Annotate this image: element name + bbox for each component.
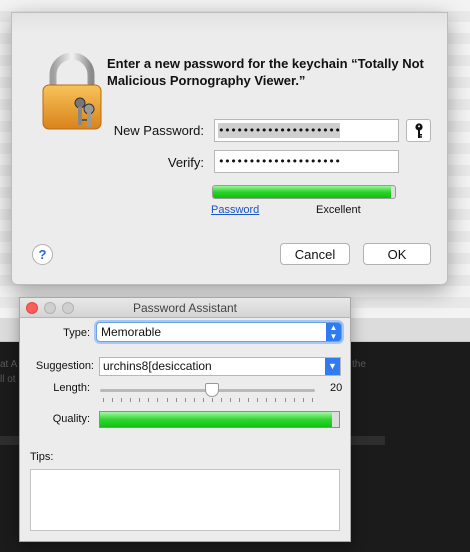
key-icon [414,122,423,138]
slider-tick [130,398,132,402]
password-strength-value: Excellent [316,204,361,216]
slider-tick [275,398,277,402]
slider-tick [248,398,250,402]
tips-box [30,469,340,531]
quality-label: Quality: [52,413,90,425]
new-password-field[interactable]: •••••••••••••••••••• [214,119,399,142]
tips-label: Tips: [30,451,54,463]
assistant-title: Password Assistant [132,301,238,315]
slider-tick [257,398,259,402]
slider-tick [230,398,232,402]
length-slider-ticks [103,398,313,403]
length-label: Length: [53,382,90,394]
slider-tick [239,398,241,402]
slider-tick [221,398,223,402]
password-strength-meter [212,185,396,199]
new-password-value: •••••••••••••••••••• [218,123,341,138]
length-value: 20 [330,382,343,394]
minimize-button-icon[interactable] [44,302,56,314]
slider-tick [139,398,141,402]
slider-tick [157,398,159,402]
slider-tick [266,398,268,402]
slider-tick [175,398,177,402]
ok-button[interactable]: OK [363,243,431,265]
verify-label: Verify: [167,155,204,170]
password-assistant-panel: Password Assistant Type: Memorable ▲ ▼ Su… [19,297,351,542]
suggestion-label: Suggestion: [35,360,94,372]
slider-tick [284,398,286,402]
suggestion-value: urchins8[desiccation [103,359,212,373]
slider-tick [193,398,195,402]
cancel-button[interactable]: Cancel [280,243,350,265]
password-strength-link[interactable]: Password [211,204,259,216]
length-slider-knob[interactable] [205,383,220,397]
background-text-fragment: at A [0,359,18,370]
close-button-icon[interactable] [26,302,38,314]
password-strength-fill [213,186,392,198]
quality-fill [100,412,332,427]
background-text-fragment: the [352,359,366,370]
quality-meter [99,411,340,428]
suggestion-combo[interactable]: urchins8[desiccation ▼ [99,357,341,376]
help-button[interactable]: ? [32,244,53,265]
slider-tick [103,398,104,402]
slider-tick [121,398,123,402]
keychain-password-dialog: Enter a new password for the keychain “T… [11,12,448,285]
dialog-top-band [12,13,447,33]
slider-tick [202,398,204,402]
slider-tick [311,398,313,402]
new-password-label: New Password: [113,123,204,138]
padlock-keys-icon [42,53,102,130]
slider-tick [184,398,186,402]
slider-tick [293,398,295,402]
slider-tick [302,398,304,402]
type-popup[interactable]: Memorable ▲ ▼ [96,322,342,342]
type-label: Type: [63,327,90,339]
dialog-title: Enter a new password for the keychain “T… [107,56,424,88]
zoom-button-icon[interactable] [62,302,74,314]
slider-tick [148,398,150,402]
background-text-fragment: ll ot [0,374,16,385]
verify-password-field[interactable]: •••••••••••••••••••• [214,150,399,173]
slider-tick [211,398,213,402]
slider-tick [112,398,114,402]
type-value: Memorable [101,325,162,339]
chevron-down-icon[interactable]: ▼ [325,358,340,375]
slider-tick [166,398,168,402]
popup-arrows-icon: ▲ ▼ [326,323,341,341]
verify-password-value: •••••••••••••••••••• [218,155,341,168]
password-assistant-key-button[interactable] [406,119,431,142]
